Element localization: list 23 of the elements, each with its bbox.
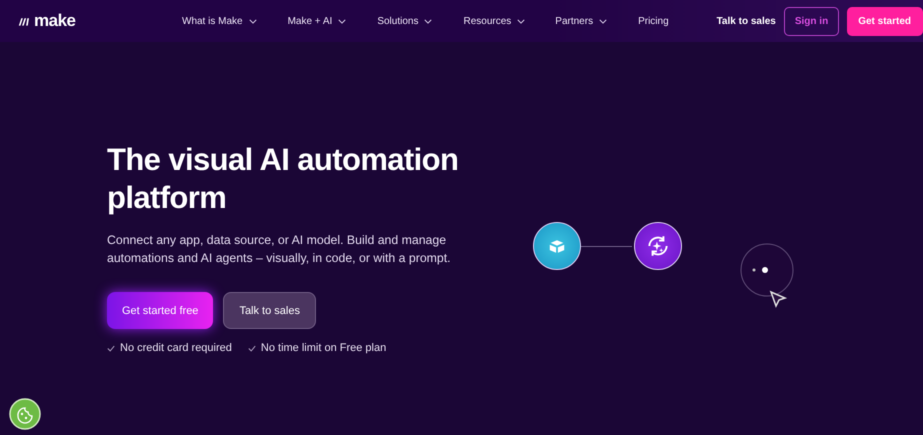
hero-subtitle: Connect any app, data source, or AI model. Build and manage automations and AI agents – visually, in code, or with a prompt. xyxy=(107,232,452,267)
get-started-button[interactable]: Get started xyxy=(847,6,923,36)
check-icon xyxy=(107,344,115,352)
nav-link[interactable]: Resources xyxy=(463,16,526,26)
nav-link[interactable]: Solutions xyxy=(377,16,432,26)
blocks-node-icon xyxy=(533,222,581,270)
logo-icon xyxy=(18,16,31,26)
nav-link[interactable]: Partners xyxy=(555,16,608,26)
nav-link[interactable]: What is Make xyxy=(182,16,257,26)
nav-link[interactable]: Make + AI xyxy=(288,16,346,26)
talk-to-sales-button[interactable]: Talk to sales xyxy=(223,292,316,329)
cookie-icon[interactable] xyxy=(9,398,41,430)
talk-to-sales-link[interactable]: Talk to sales xyxy=(716,16,776,26)
benefit-text: No credit card required xyxy=(120,342,232,354)
nav-link[interactable]: Pricing xyxy=(638,16,669,26)
sign-in-button[interactable]: Sign in xyxy=(784,6,840,36)
logo-text[interactable]: make xyxy=(34,11,76,31)
hero-title: The visual AI automation platform xyxy=(107,141,460,217)
benefit-text: No time limit on Free plan xyxy=(260,342,386,354)
check-icon xyxy=(248,344,256,352)
get-started-free-button[interactable]: Get started free xyxy=(107,292,214,329)
connector-line xyxy=(581,246,632,247)
sparkle-node-icon xyxy=(634,222,682,270)
